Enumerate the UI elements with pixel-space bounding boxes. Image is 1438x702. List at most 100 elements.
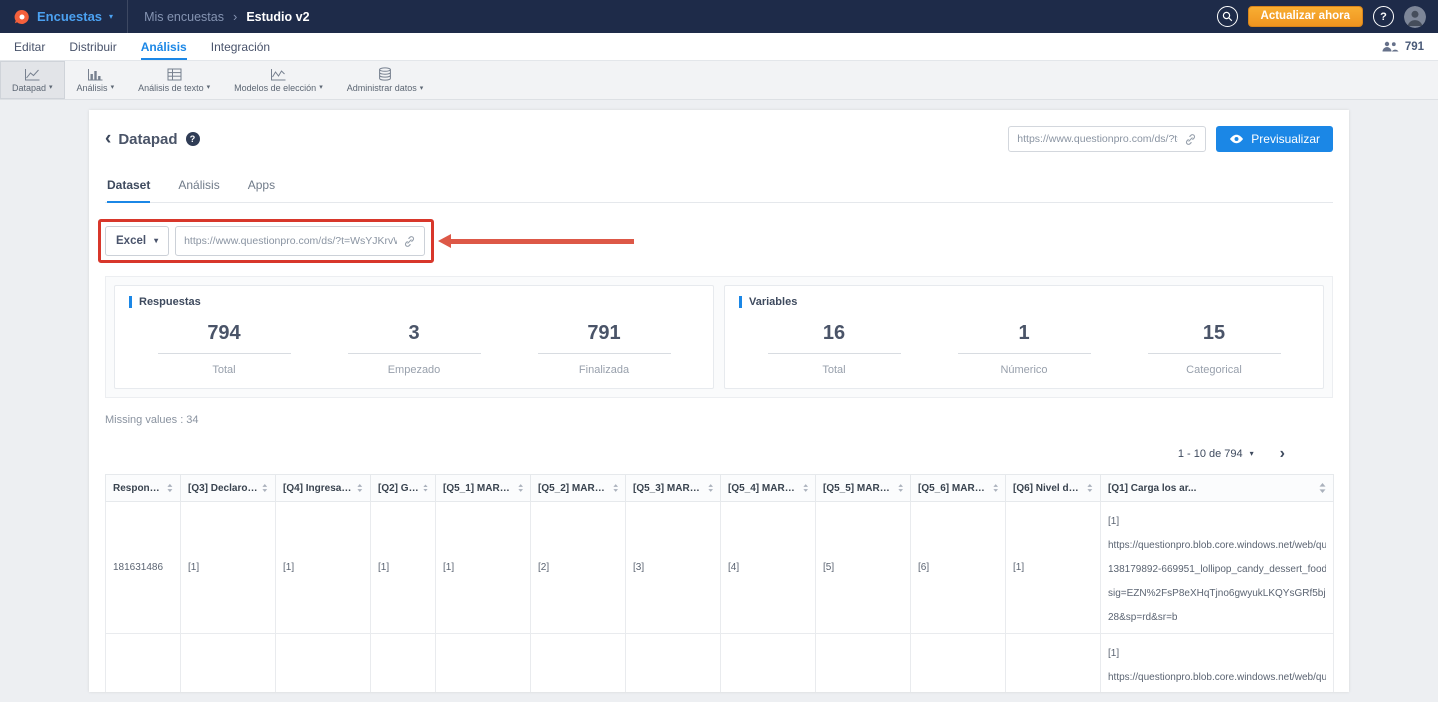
stat-categorical: 15Categorical	[1119, 322, 1309, 376]
column-header-q3[interactable]: [Q3] Declaro que...	[181, 475, 276, 502]
column-header-q6[interactable]: [Q6] Nivel de sat...	[1006, 475, 1101, 502]
export-format-select[interactable]: Excel ▾	[105, 226, 169, 256]
user-avatar[interactable]	[1404, 6, 1426, 28]
preview-button[interactable]: Previsualizar	[1216, 126, 1333, 152]
cell-value: [2]	[531, 634, 626, 693]
cell-value: [1]	[181, 634, 276, 693]
main-area: ‹ Datapad ? Previsualizar Dataset Anális…	[0, 110, 1438, 702]
cell-value: [2]	[531, 502, 626, 634]
column-header-q2[interactable]: [Q2] Género	[371, 475, 436, 502]
ribbon-item-modelos-de-eleccion[interactable]: Modelos de elección▾	[222, 61, 335, 99]
export-link-row: Excel ▾	[105, 226, 425, 256]
table-row[interactable]: 181631486 [1] [1] [1] [1] [2] [3] [4] [5…	[106, 502, 1334, 634]
responses-counter[interactable]: 791	[1381, 41, 1424, 53]
chevron-right-icon: ›	[233, 9, 237, 24]
accent-bar	[739, 296, 742, 308]
stat-total: 16Total	[739, 322, 929, 376]
top-bar: Encuestas ▾ Mis encuestas › Estudio v2 A…	[0, 0, 1438, 33]
sort-icon	[262, 483, 268, 493]
ribbon-item-analisis-de-texto[interactable]: Análisis de texto▾	[126, 61, 222, 99]
responses-table: Response ID [Q3] Declaro que... [Q4] Ing…	[105, 474, 1334, 692]
header-actions: Previsualizar	[1008, 126, 1333, 152]
column-header-q4[interactable]: [Q4] Ingresa tu n...	[276, 475, 371, 502]
tab-analisis[interactable]: Análisis	[178, 178, 219, 203]
column-header-q1[interactable]: [Q1] Carga los ar...	[1101, 475, 1334, 502]
breadcrumb-my-surveys[interactable]: Mis encuestas	[144, 10, 224, 24]
nav-tab-analisis[interactable]: Análisis	[141, 33, 187, 60]
link-icon	[1184, 133, 1197, 146]
pagination-range-dropdown[interactable]: 1 - 10 de 794 ▾	[1178, 448, 1254, 460]
table-header-row: Response ID [Q3] Declaro que... [Q4] Ing…	[106, 475, 1334, 502]
nav-tab-integracion[interactable]: Integración	[211, 33, 270, 60]
ribbon-item-administrar-datos[interactable]: Administrar datos▾	[335, 61, 436, 99]
column-header-q5-2[interactable]: [Q5_2] MARCAS_...	[531, 475, 626, 502]
eye-icon	[1229, 134, 1244, 144]
datapad-help-button[interactable]: ?	[186, 132, 200, 146]
survey-nav-bar: Editar Distribuir Análisis Integración 7…	[0, 33, 1438, 61]
cell-file-upload: [1] https://questionpro.blob.core.window…	[1101, 634, 1334, 693]
cell-value: [1]	[181, 502, 276, 634]
cell-value: [1]	[1006, 502, 1101, 634]
cell-value: [1]	[371, 502, 436, 634]
cell-value: [3]	[626, 634, 721, 693]
accent-bar	[129, 296, 132, 308]
cell-value: [1]	[371, 634, 436, 693]
sort-icon	[1087, 483, 1093, 493]
stat-finalizada: 791Finalizada	[509, 322, 699, 376]
cell-value: [5]	[816, 634, 911, 693]
copy-link-button[interactable]	[1184, 133, 1197, 146]
cell-value: [3]	[626, 502, 721, 634]
column-header-q5-6[interactable]: [Q5_6] MARCAS_...	[911, 475, 1006, 502]
bar-chart-icon	[87, 68, 103, 81]
nav-tab-editar[interactable]: Editar	[14, 33, 45, 60]
cell-file-upload: [1] https://questionpro.blob.core.window…	[1101, 502, 1334, 634]
cell-value: [1]	[1006, 634, 1101, 693]
pagination: 1 - 10 de 794 ▾ ›	[105, 446, 1333, 462]
page-title: Datapad	[118, 131, 177, 148]
next-page-button[interactable]: ›	[1280, 446, 1285, 462]
table-row[interactable]: 181631534 [1] [1] [1] [1] [2] [3] [4] [5…	[106, 634, 1334, 693]
missing-values-note: Missing values : 34	[105, 414, 1333, 426]
sort-icon	[898, 483, 903, 493]
cell-value: [5]	[816, 502, 911, 634]
help-button[interactable]: ?	[1373, 6, 1394, 27]
stat-card-title: Respuestas	[139, 296, 201, 308]
share-url-input[interactable]	[1017, 133, 1178, 145]
column-header-q5-5[interactable]: [Q5_5] MARCAS_...	[816, 475, 911, 502]
export-url-input[interactable]	[184, 235, 397, 247]
cell-response-id: 181631486	[106, 502, 181, 634]
chevron-down-icon: ▾	[420, 85, 424, 92]
export-url-box	[175, 226, 425, 256]
chevron-down-icon: ▾	[207, 84, 211, 91]
link-icon	[403, 235, 416, 248]
cell-value: [4]	[721, 634, 816, 693]
column-header-response-id[interactable]: Response ID	[106, 475, 181, 502]
search-button[interactable]	[1217, 6, 1238, 27]
annotation-arrow	[438, 234, 634, 248]
datapad-tabs: Dataset Análisis Apps	[105, 178, 1333, 203]
responses-count-value: 791	[1405, 41, 1424, 53]
copy-export-link-button[interactable]	[403, 235, 416, 248]
sort-icon	[613, 483, 618, 493]
sort-icon	[1319, 483, 1326, 493]
tab-dataset[interactable]: Dataset	[107, 178, 150, 203]
topbar-actions: Actualizar ahora ?	[1217, 6, 1426, 28]
tab-apps[interactable]: Apps	[248, 178, 275, 203]
variables-stat-card: Variables 16Total 1Númerico 15Categorica…	[724, 285, 1324, 389]
ribbon-item-datapad[interactable]: Datapad▾	[0, 61, 65, 99]
nav-tab-distribuir[interactable]: Distribuir	[69, 33, 116, 60]
chevron-down-icon: ▾	[319, 84, 323, 91]
cell-response-id: 181631534	[106, 634, 181, 693]
product-name: Encuestas	[37, 9, 102, 24]
column-header-q5-4[interactable]: [Q5_4] MARCAS_...	[721, 475, 816, 502]
product-switcher[interactable]: Encuestas ▾	[0, 0, 128, 33]
column-header-q5-3[interactable]: [Q5_3] MARCAS_...	[626, 475, 721, 502]
stat-card-title: Variables	[749, 296, 797, 308]
update-now-button[interactable]: Actualizar ahora	[1248, 6, 1363, 27]
column-header-q5-1[interactable]: [Q5_1] MARCAS_...	[436, 475, 531, 502]
cell-value: [6]	[911, 634, 1006, 693]
sort-icon	[518, 483, 523, 493]
analysis-ribbon: Datapad▾ Análisis▾ Análisis de texto▾ Mo…	[0, 61, 1438, 100]
back-chevron-icon[interactable]: ‹	[105, 129, 111, 148]
ribbon-item-analisis[interactable]: Análisis▾	[65, 61, 127, 99]
